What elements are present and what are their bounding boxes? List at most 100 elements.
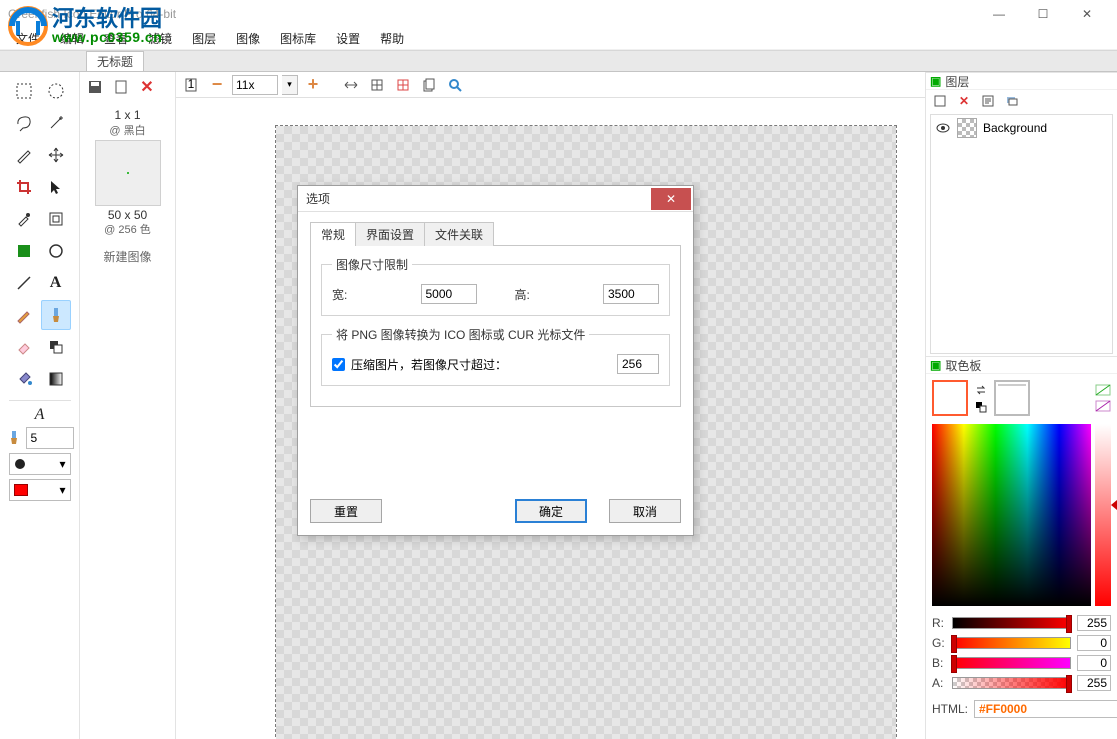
tool-rect-select[interactable] <box>9 76 39 106</box>
tool-clone[interactable] <box>41 332 71 362</box>
cancel-button[interactable]: 取消 <box>609 499 681 523</box>
palette-panel-header[interactable]: ▣ 取色板 <box>926 356 1117 374</box>
tool-brush[interactable] <box>41 300 71 330</box>
page-nav-button[interactable]: 1 <box>180 74 202 96</box>
dialog-tabs: 常规 界面设置 文件关联 <box>310 222 681 246</box>
tab-file-assoc[interactable]: 文件关联 <box>424 222 494 246</box>
b-slider[interactable] <box>952 657 1071 669</box>
window-maximize-button[interactable]: ☐ <box>1021 1 1065 28</box>
pages-button[interactable] <box>418 74 440 96</box>
dialog-title-bar[interactable]: 选项 ✕ <box>298 186 693 212</box>
tool-lasso[interactable] <box>9 108 39 138</box>
tool-ellipse-select[interactable] <box>41 76 71 106</box>
zoom-dropdown[interactable]: ▾ <box>282 75 298 95</box>
grid-button[interactable] <box>366 74 388 96</box>
tool-circle[interactable] <box>41 236 71 266</box>
a-slider[interactable] <box>952 677 1071 689</box>
zoom-input[interactable] <box>232 75 278 95</box>
tool-pencil-select[interactable] <box>9 140 39 170</box>
reset-button[interactable]: 重置 <box>310 499 382 523</box>
tab-general[interactable]: 常规 <box>310 222 356 246</box>
swap-colors-button[interactable] <box>974 383 988 397</box>
chevron-down-icon: ▾ <box>59 457 65 471</box>
new-image-label[interactable]: 新建图像 <box>80 248 175 265</box>
layer-row[interactable]: Background <box>931 115 1112 141</box>
width-input[interactable] <box>421 284 477 304</box>
g-slider[interactable] <box>952 637 1071 649</box>
tool-eyedropper[interactable] <box>9 204 39 234</box>
tool-gradient[interactable] <box>41 364 71 394</box>
menu-library[interactable]: 图标库 <box>270 28 326 49</box>
window-close-button[interactable]: ✕ <box>1065 1 1109 28</box>
r-slider[interactable] <box>952 617 1071 629</box>
tool-crop[interactable] <box>9 172 39 202</box>
document-tab[interactable]: 无标题 <box>86 51 144 71</box>
layers-panel-header[interactable]: ▣ 图层 <box>926 72 1117 90</box>
menu-settings[interactable]: 设置 <box>326 28 370 49</box>
tool-pencil[interactable] <box>9 300 39 330</box>
menu-edit[interactable]: 编辑 <box>50 28 94 49</box>
tool-move[interactable] <box>41 140 71 170</box>
zoom-in-button[interactable]: + <box>302 74 324 96</box>
default-colors-button[interactable] <box>974 400 988 414</box>
frames-save-button[interactable] <box>84 76 106 98</box>
pattern-dropdown[interactable]: ▾ <box>9 479 71 501</box>
hue-slider[interactable] <box>1095 424 1111 606</box>
menu-layer[interactable]: 图层 <box>182 28 226 49</box>
tool-frame[interactable] <box>41 204 71 234</box>
foreground-swatch[interactable] <box>932 380 968 416</box>
g-input[interactable] <box>1077 635 1111 651</box>
html-color-input[interactable] <box>974 700 1117 718</box>
magnify-button[interactable] <box>444 74 466 96</box>
layer-new-button[interactable] <box>930 91 950 111</box>
a-input[interactable] <box>1077 675 1111 691</box>
layer-merge-button[interactable] <box>1002 91 1022 111</box>
zoom-out-button[interactable]: − <box>206 74 228 96</box>
brush-size-input[interactable] <box>26 427 74 449</box>
frame-item[interactable]: 1 x 1 @ 黑白 50 x 50 @ 256 色 <box>80 104 175 242</box>
layer-props-button[interactable] <box>978 91 998 111</box>
frame-thumb-mode-label: @ 256 色 <box>80 223 175 237</box>
background-swatch[interactable] <box>994 380 1030 416</box>
menu-view[interactable]: 查看 <box>94 28 138 49</box>
grid-center-button[interactable] <box>392 74 414 96</box>
dialog-close-button[interactable]: ✕ <box>651 188 691 210</box>
circle-icon <box>14 458 26 470</box>
antialias-icon[interactable]: A <box>35 407 45 423</box>
layer-delete-button[interactable]: ✕ <box>954 91 974 111</box>
tool-text[interactable]: A <box>41 268 71 298</box>
tool-eraser[interactable] <box>9 332 39 362</box>
app-title: Greenfish Icon Editor Pro 64-bit <box>8 7 977 21</box>
fit-width-button[interactable] <box>340 74 362 96</box>
color-picker[interactable] <box>932 424 1111 606</box>
tab-ui[interactable]: 界面设置 <box>355 222 425 246</box>
frames-delete-button[interactable]: ✕ <box>136 76 158 98</box>
menu-filter[interactable]: 滤镜 <box>138 28 182 49</box>
frames-new-button[interactable] <box>110 76 132 98</box>
tool-bucket[interactable] <box>9 364 39 394</box>
ok-button[interactable]: 确定 <box>515 499 587 523</box>
height-input[interactable] <box>603 284 659 304</box>
brush-shape-dropdown[interactable]: ▾ <box>9 453 71 475</box>
menu-image[interactable]: 图像 <box>226 28 270 49</box>
palette-panel-title: 取色板 <box>945 357 981 374</box>
pattern-swatch-icon <box>14 484 28 496</box>
visibility-icon[interactable] <box>935 120 951 136</box>
tool-wand[interactable] <box>41 108 71 138</box>
window-minimize-button[interactable]: — <box>977 1 1021 28</box>
svg-text:1: 1 <box>188 77 195 91</box>
sv-plane[interactable] <box>932 424 1091 606</box>
close-icon: ✕ <box>666 192 676 206</box>
tool-line[interactable] <box>9 268 39 298</box>
compress-checkbox[interactable] <box>332 358 345 371</box>
invert-icon[interactable] <box>1095 400 1111 412</box>
r-input[interactable] <box>1077 615 1111 631</box>
menu-file[interactable]: 文件 <box>6 28 50 49</box>
compress-size-input[interactable] <box>617 354 659 374</box>
transparency-icon[interactable] <box>1095 384 1111 396</box>
b-input[interactable] <box>1077 655 1111 671</box>
tool-rect-fill[interactable] <box>9 236 39 266</box>
layer-thumbnail <box>957 118 977 138</box>
menu-help[interactable]: 帮助 <box>370 28 414 49</box>
tool-pointer[interactable] <box>41 172 71 202</box>
